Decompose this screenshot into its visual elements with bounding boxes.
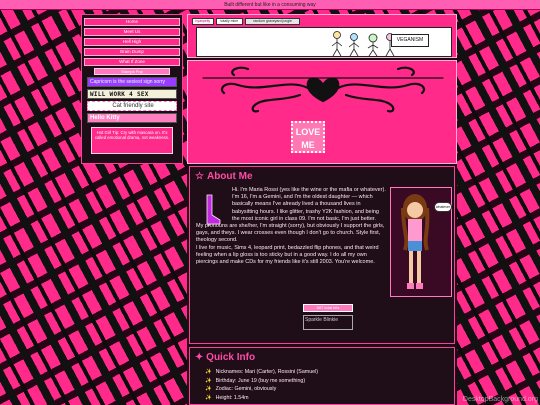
sparkle-bullet-icon: ✨ [205, 386, 212, 392]
heart-swirl-icon [202, 66, 444, 113]
hit-counter: 887 total hits [303, 304, 353, 312]
quick-item-birthday: Birthday: June 19 (buy me something) [215, 377, 306, 384]
quick-info-section: ✦ Quick Info ✨ Nicknames: Mari (Carter), … [189, 347, 455, 405]
about-me-heading: ☆ About Me [195, 171, 449, 182]
nav-brain-dump[interactable]: Brain Dump [84, 48, 180, 56]
quick-info-list: ✨ Nicknames: Mari (Carter), Rossini (Samu… [205, 368, 449, 402]
stamp-hello-kitty: Hello Kitty [87, 113, 177, 123]
nav-meet-us[interactable]: Meet Us [84, 28, 180, 36]
avatar-doll: whatever [390, 187, 452, 297]
about-paragraph-2: My pronouns are she/her, I'm straight (s… [196, 223, 385, 244]
mini-button-1[interactable]: nyanpelly [192, 18, 214, 25]
sparkle-bullet-icon: ✨ [205, 369, 212, 375]
love-me-stamp: LOVE ME [291, 121, 325, 153]
sparkle-bullet-icon: ✨ [205, 394, 212, 401]
quick-item-zodiac: Zodiac: Gemini, obviously [215, 386, 277, 392]
nav-home[interactable]: Home [84, 18, 180, 26]
veganism-badge: VEGANISM [391, 34, 429, 47]
sparkle-blinkie: Sparkle Blinkie [303, 315, 353, 330]
header-banner: nyanpelly totally mine random graveyard … [187, 14, 457, 58]
quick-item-nicknames: Nicknames: Mari (Carter), Rossini (Samue… [215, 369, 319, 375]
stamp-will-work: WILL WORK 4 SEX [87, 89, 177, 99]
sparkle-bullet-icon: ✨ [205, 377, 212, 384]
sidebar: Home Meet Us Hell High Brain Dump What I… [81, 14, 183, 164]
decorative-heart-banner: LOVE ME [187, 60, 457, 164]
about-me-text: Hi. I'm Maria Rossi (yes like the wine o… [196, 187, 386, 266]
quick-item-height: Height: 1.54m [215, 394, 249, 401]
sparkle-icon: ✦ [195, 352, 204, 363]
about-paragraph-1: Hi. I'm Maria Rossi (yes like the wine o… [232, 187, 386, 222]
stamp-cat-friendly: Cat friendly site [87, 101, 177, 111]
nav-hell-high[interactable]: Hell High [84, 38, 180, 46]
stamp-capricorn: Capricorn is the sexiest sign sorry [87, 77, 177, 87]
top-banner-text: Built different but like in a consuming … [0, 0, 540, 10]
list-item: ✨ Zodiac: Gemini, obviously [205, 385, 449, 394]
mini-button-2[interactable]: totally mine [215, 18, 244, 25]
watermark: DesktopBackground.org [462, 396, 538, 403]
star-icon: ☆ [195, 171, 204, 182]
main-content: nyanpelly totally mine random graveyard … [187, 14, 457, 405]
nav-what-if-zone[interactable]: What If Zone [84, 58, 180, 66]
list-item: ✨ Nicknames: Mari (Carter), Rossini (Samu… [205, 368, 449, 377]
about-me-section: ☆ About Me Hi. I'm Maria Rossi (yes like… [189, 166, 455, 344]
about-me-title: About Me [206, 171, 253, 182]
about-paragraph-3: I live for music, Sims 4, leopard print,… [196, 244, 379, 266]
stamps-section-title: Stamps Pop [94, 68, 170, 75]
quick-info-heading: ✦ Quick Info [195, 352, 449, 363]
speech-bubble: whatever [434, 202, 452, 212]
stick-figure-banner: VEGANISM [196, 27, 452, 57]
list-item: ✨ Birthday: June 19 (buy me something) [205, 377, 449, 386]
hot-girl-tip: Hot Girl Tip: Cry with mascara on. It's … [91, 127, 173, 154]
list-item: ✨ Height: 1.54m [205, 394, 449, 403]
quick-info-title: Quick Info [206, 352, 256, 363]
mini-button-row: nyanpelly totally mine random graveyard … [192, 18, 300, 25]
mini-button-3[interactable]: random graveyard jungle [245, 18, 300, 25]
